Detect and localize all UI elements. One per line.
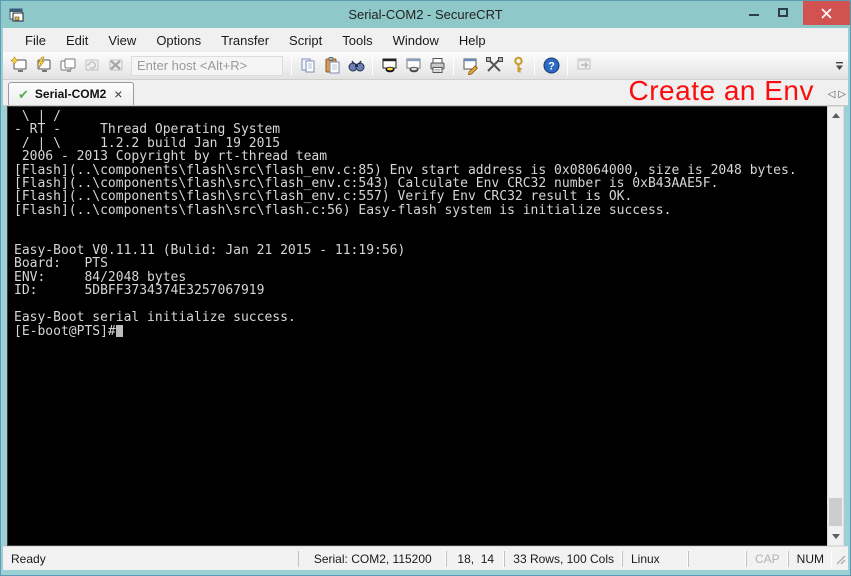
securefx-icon[interactable] [572,54,596,78]
find-icon[interactable] [344,54,368,78]
status-serial: Serial: COM2, 115200 [298,551,446,567]
tab-label: Serial-COM2 [35,87,106,101]
toolbar-separator [453,57,454,75]
annotation-create-an-env: Create an Env [629,75,815,107]
tab-bar: ✔ Serial-COM2 × Create an Env ◁ ▷ [3,80,848,106]
terminal-scrollbar[interactable] [827,106,844,546]
toolbar-separator [291,57,292,75]
terminal-text: \ | / - RT - Thread Operating System / |… [14,109,797,325]
tab-close-icon[interactable]: × [112,87,124,101]
tab-scroll-right-icon[interactable]: ▷ [838,89,846,100]
connect-icon[interactable] [31,54,55,78]
host-input[interactable] [131,56,283,76]
tab-serial-com2[interactable]: ✔ Serial-COM2 × [8,82,134,105]
terminal-cursor [116,325,123,337]
terminal-prompt: [E-boot@PTS]# [14,324,116,339]
securecrt-window: Serial-COM2 - SecureCRT File Edit View O… [0,0,851,576]
minimize-button[interactable] [739,1,768,23]
reconnect-icon[interactable] [79,54,103,78]
status-cursor-position: 18, 14 [446,551,504,567]
scroll-up-icon[interactable] [828,107,843,124]
disconnect-icon[interactable] [103,54,127,78]
toolbar-separator [567,57,568,75]
terminal-output: \ | / - RT - Thread Operating System / |… [8,107,827,338]
print-icon[interactable] [425,54,449,78]
maximize-icon [778,8,788,17]
toolbar-separator [372,57,373,75]
help-icon[interactable]: ? [539,54,563,78]
resize-grip[interactable] [832,551,848,567]
status-bar: Ready Serial: COM2, 115200 18, 14 33 Row… [3,546,848,570]
svg-text:?: ? [548,61,555,73]
status-grid-size: 33 Rows, 100 Cols [504,551,622,567]
menu-tools[interactable]: Tools [332,30,382,51]
window-bottom-frame [1,570,850,575]
terminal-region: \ | / - RT - Thread Operating System / |… [7,106,844,546]
maximize-button[interactable] [768,1,797,23]
quick-connect-icon[interactable] [7,54,31,78]
tab-scrollers: ◁ ▷ [828,89,846,100]
status-emulation: Linux [622,551,688,567]
status-spacer [688,551,746,567]
minimize-icon [749,14,759,16]
window-title: Serial-COM2 - SecureCRT [1,7,850,22]
session-options-icon[interactable] [458,54,482,78]
scrollbar-track[interactable] [828,124,843,528]
close-button[interactable] [803,1,850,25]
menu-help[interactable]: Help [449,30,496,51]
title-bar: Serial-COM2 - SecureCRT [1,1,850,28]
scroll-down-icon[interactable] [828,528,843,545]
menu-bar: File Edit View Options Transfer Script T… [3,28,848,52]
menu-transfer[interactable]: Transfer [211,30,279,51]
command-window-icon[interactable] [401,54,425,78]
paste-icon[interactable] [320,54,344,78]
tab-scroll-left-icon[interactable]: ◁ [828,89,836,100]
copy-icon[interactable] [296,54,320,78]
menu-file[interactable]: File [15,30,56,51]
menu-window[interactable]: Window [383,30,449,51]
clone-session-icon[interactable] [55,54,79,78]
menu-view[interactable]: View [98,30,146,51]
scrollbar-thumb[interactable] [829,498,842,526]
terminal-screen[interactable]: \ | / - RT - Thread Operating System / |… [7,106,827,546]
menu-options[interactable]: Options [146,30,211,51]
session-manager-icon[interactable] [377,54,401,78]
menu-edit[interactable]: Edit [56,30,98,51]
status-num-lock: NUM [788,551,832,567]
status-ready: Ready [3,552,298,566]
toolbar-separator [534,57,535,75]
global-options-icon[interactable] [482,54,506,78]
key-agent-icon[interactable] [506,54,530,78]
connected-check-icon: ✔ [18,88,29,101]
menu-script[interactable]: Script [279,30,332,51]
window-controls [739,1,850,28]
status-caps-lock: CAP [746,551,788,567]
close-icon [821,8,832,19]
toolbar-overflow-icon[interactable] [832,56,846,76]
